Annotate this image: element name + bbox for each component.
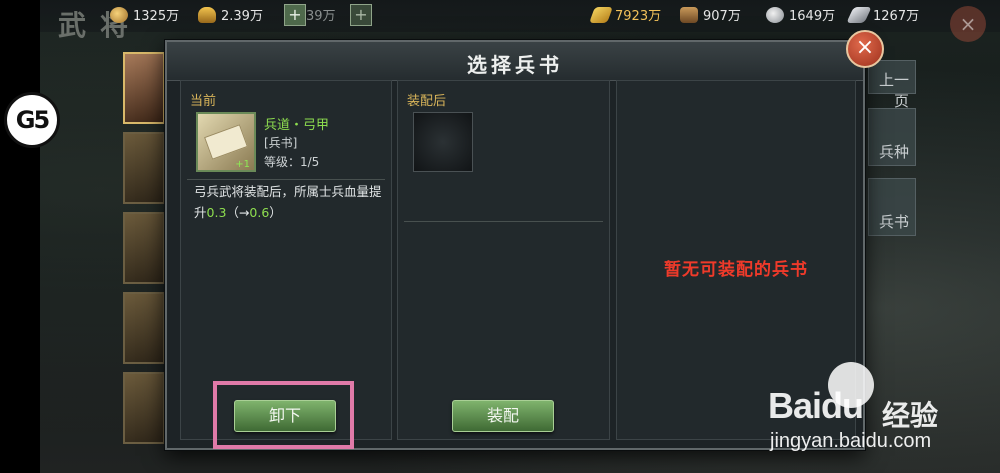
site-logo: G5 <box>4 92 60 148</box>
dialog-header: 选择兵书 <box>167 42 863 81</box>
resource-stone: 1649万 <box>766 5 835 24</box>
resource-value: 1649万 <box>789 9 836 24</box>
no-books-message: 暂无可装配的兵书 <box>664 260 808 280</box>
tab-troops[interactable]: 兵种 <box>868 108 916 166</box>
empty-book-slot <box>413 112 473 172</box>
book-level-badge: +1 <box>235 159 250 170</box>
stone-icon <box>766 6 784 23</box>
after-equip-panel: 装配后 <box>397 80 610 440</box>
resource-coin: 1325万 <box>110 5 179 24</box>
watermark-brand: Baidu <box>768 385 864 426</box>
book-type: [兵书] <box>264 136 298 150</box>
watermark-url: jingyan.baidu.com <box>770 430 932 452</box>
resource-value: 1267万 <box>873 9 920 24</box>
general-portrait[interactable] <box>123 212 165 284</box>
add-ingot-button[interactable]: + <box>284 4 306 26</box>
background-close-icon: × <box>950 6 986 42</box>
coin-icon <box>110 6 128 23</box>
prev-page-tab[interactable]: 上一页 <box>868 60 916 110</box>
resource-value: 2.39万 <box>221 9 263 24</box>
scroll-icon <box>204 124 248 160</box>
wood-icon <box>680 6 698 23</box>
book-scroll-icon[interactable]: +1 <box>196 112 256 172</box>
resource-ingot: 2.39万 <box>198 5 263 24</box>
resource-extra: 39万 <box>306 5 336 24</box>
book-name: 兵道・弓甲 <box>264 118 330 133</box>
gold-ingot-icon <box>198 6 216 23</box>
highlight-annotation <box>213 381 354 449</box>
add-extra-button[interactable]: + <box>350 4 372 26</box>
desc-new-value: 0.6 <box>249 205 270 220</box>
desc-mid: （→ <box>226 205 250 220</box>
resource-value: 39万 <box>306 9 336 24</box>
resource-food: 7923万 <box>589 5 662 24</box>
equip-button[interactable]: 装配 <box>452 400 554 432</box>
resource-value: 907万 <box>703 9 741 24</box>
general-portrait[interactable] <box>123 52 165 124</box>
general-portrait[interactable] <box>123 292 165 364</box>
grain-icon <box>589 6 613 23</box>
resource-wood: 907万 <box>680 5 741 24</box>
current-heading: 当前 <box>190 94 217 109</box>
after-heading: 装配后 <box>407 94 447 109</box>
resource-iron: 1267万 <box>846 5 920 24</box>
resource-value: 7923万 <box>615 9 662 24</box>
watermark-cn: 经验 <box>882 399 939 432</box>
tab-books[interactable]: 兵书 <box>868 178 916 236</box>
general-portrait[interactable] <box>123 372 165 444</box>
book-description: 弓兵武将装配后，所属士兵血量提升0.3（→0.6） <box>194 181 390 223</box>
desc-suffix: ） <box>269 205 282 220</box>
iron-icon <box>846 6 872 23</box>
left-edge <box>0 0 40 473</box>
resource-value: 1325万 <box>133 9 180 24</box>
general-portrait[interactable] <box>123 132 165 204</box>
book-level: 等级：1/5 <box>264 155 320 169</box>
desc-value: 0.3 <box>206 205 227 220</box>
close-dialog-button[interactable]: × <box>846 30 884 68</box>
divider <box>404 221 603 222</box>
dialog-title: 选择兵书 <box>467 53 563 77</box>
divider <box>187 179 385 180</box>
